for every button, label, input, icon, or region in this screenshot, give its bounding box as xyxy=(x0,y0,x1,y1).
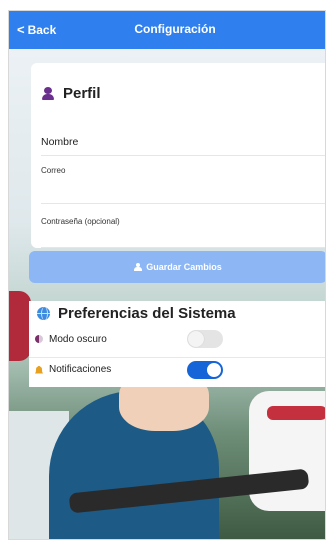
name-field[interactable]: Nombre xyxy=(41,136,78,148)
profile-section-header: Perfil xyxy=(41,85,101,102)
dark-mode-label: Modo oscuro xyxy=(49,333,107,345)
divider xyxy=(41,155,325,156)
page-title: Configuración xyxy=(134,22,216,36)
moon-icon xyxy=(35,335,43,343)
email-field[interactable]: Correo xyxy=(41,166,65,175)
user-icon xyxy=(134,263,143,271)
preferences-card: Preferencias del Sistema Modo oscuro Not… xyxy=(29,301,325,387)
notifications-label: Notificaciones xyxy=(49,364,112,375)
notifications-toggle[interactable] xyxy=(187,360,223,379)
divider xyxy=(41,247,325,248)
dark-mode-toggle[interactable] xyxy=(187,330,223,348)
preferences-section-title: Preferencias del Sistema xyxy=(58,305,236,322)
password-field[interactable]: Contraseña (opcional) xyxy=(41,217,120,226)
save-changes-button[interactable]: Guardar Cambios xyxy=(29,251,325,283)
dark-mode-row: Modo oscuro xyxy=(29,327,325,351)
globe-icon xyxy=(37,307,50,320)
notifications-row: Notificaciones xyxy=(29,357,325,381)
preferences-section-header: Preferencias del Sistema xyxy=(37,305,236,322)
user-icon xyxy=(41,86,55,101)
save-changes-label: Guardar Cambios xyxy=(146,262,222,272)
profile-card: Perfil Nombre Correo Contraseña (opciona… xyxy=(31,63,325,248)
bell-icon xyxy=(35,365,43,374)
header-bar: < Back Configuración xyxy=(9,11,325,49)
divider xyxy=(41,203,325,204)
profile-section-title: Perfil xyxy=(63,85,101,102)
app-screen: < Back Configuración Perfil Nombre Correo… xyxy=(8,10,326,540)
